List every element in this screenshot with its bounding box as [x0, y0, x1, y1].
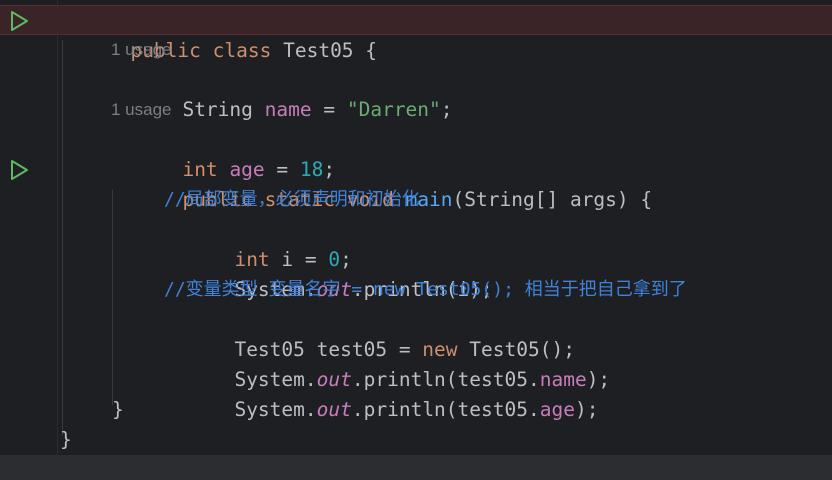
comment: //局部变量，必须声明和初始化	[164, 189, 420, 210]
code-editor[interactable]: public class Test05 { 1 usage String nam…	[0, 0, 832, 480]
code-line-close-class[interactable]: }	[0, 425, 832, 455]
code-line-println[interactable]: System.out.println(test05.name);	[0, 335, 832, 391]
usage-hint-line: 1 usage	[0, 35, 832, 65]
code-line-comment[interactable]: //局部变量，必须声明和初始化	[0, 185, 832, 215]
usage-hint[interactable]: 1 usage	[111, 35, 172, 65]
comment: //变量类型 变量名字 = new Test05(); 相当于把自己拿到了	[164, 279, 687, 300]
code-line-field-age[interactable]: int age = 18;	[0, 125, 832, 181]
usage-hint[interactable]: 1 usage	[111, 95, 172, 125]
code-line-println[interactable]: System.out.println(i);	[0, 245, 832, 301]
run-class-icon[interactable]	[8, 10, 30, 32]
editor-bottom-area	[0, 455, 832, 480]
usage-hint-line: 1 usage	[0, 95, 832, 125]
code-line-main-decl[interactable]: public static void main(String[] args) {	[0, 155, 832, 211]
code-line-class-decl[interactable]: public class Test05 {	[0, 5, 832, 62]
code-line-comment[interactable]: //变量类型 变量名字 = new Test05(); 相当于把自己拿到了	[0, 275, 832, 305]
code-line-field-name[interactable]: String name = "Darren";	[0, 65, 832, 121]
code-line-local-var[interactable]: int i = 0;	[0, 215, 832, 271]
run-main-icon[interactable]	[8, 159, 30, 181]
code-line-instantiate[interactable]: Test05 test05 = new Test05();	[0, 305, 832, 361]
code-line-println[interactable]: System.out.println(test05.age);	[0, 365, 832, 421]
code-line-close-method[interactable]: }	[0, 395, 832, 425]
